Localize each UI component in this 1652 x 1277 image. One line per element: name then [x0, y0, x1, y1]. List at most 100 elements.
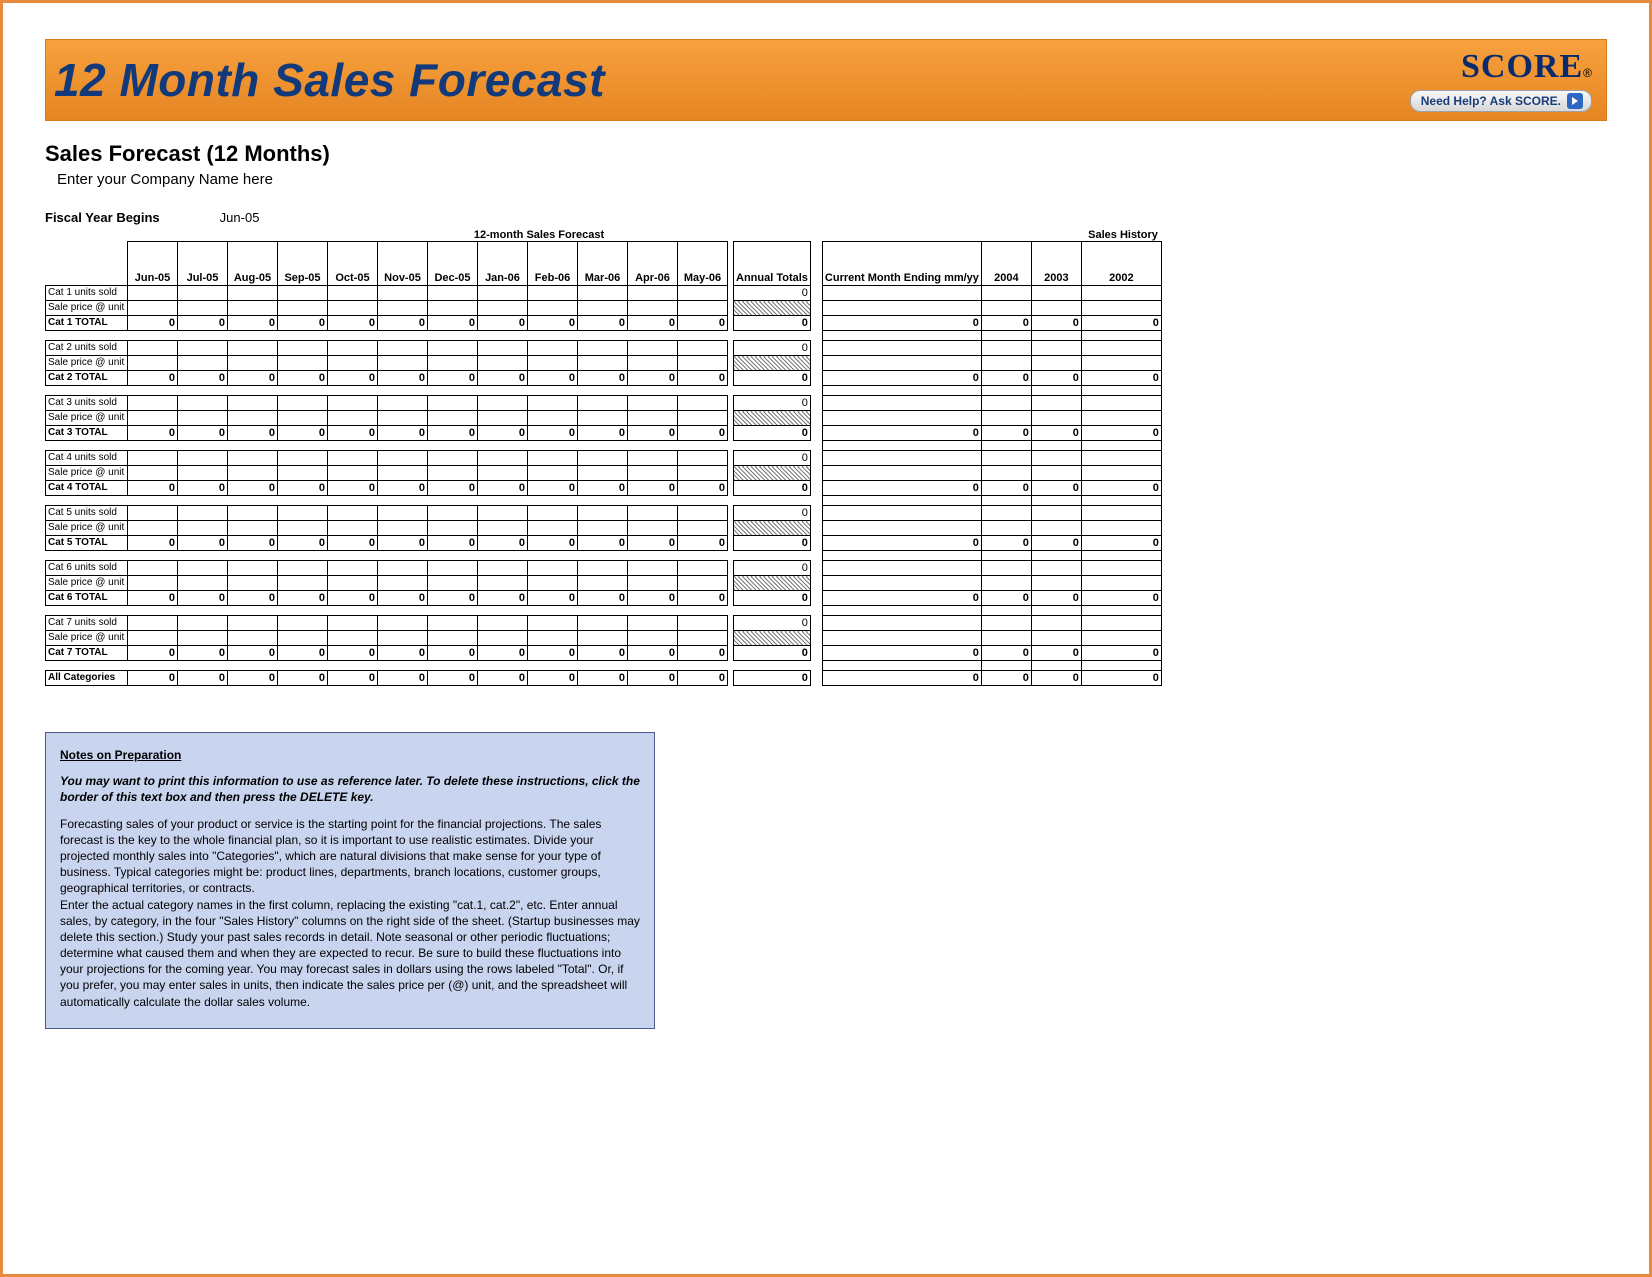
cell[interactable]	[428, 606, 478, 616]
cell[interactable]	[1031, 396, 1081, 411]
cell[interactable]	[128, 606, 178, 616]
cell[interactable]: 0	[822, 371, 981, 386]
cell[interactable]	[822, 466, 981, 481]
cell[interactable]	[578, 606, 628, 616]
cell[interactable]: 0	[734, 536, 811, 551]
cell[interactable]	[1081, 331, 1161, 341]
cell[interactable]	[378, 506, 428, 521]
cell[interactable]	[628, 561, 678, 576]
cell[interactable]	[628, 521, 678, 536]
cell[interactable]	[1031, 506, 1081, 521]
cell[interactable]	[578, 616, 628, 631]
cell[interactable]: 0	[528, 371, 578, 386]
cell[interactable]	[328, 606, 378, 616]
cell[interactable]: 0	[1031, 591, 1081, 606]
cell[interactable]	[378, 411, 428, 426]
cell[interactable]	[278, 616, 328, 631]
cell[interactable]	[328, 661, 378, 671]
cell[interactable]	[628, 551, 678, 561]
cell[interactable]	[228, 561, 278, 576]
cell[interactable]	[478, 286, 528, 301]
cell[interactable]	[478, 616, 528, 631]
cell[interactable]	[378, 441, 428, 451]
cell[interactable]	[228, 551, 278, 561]
cell[interactable]	[328, 466, 378, 481]
cell[interactable]: 0	[734, 616, 811, 631]
cell[interactable]: 0	[822, 481, 981, 496]
cell[interactable]: 0	[428, 671, 478, 686]
cell[interactable]	[822, 561, 981, 576]
cell[interactable]	[981, 451, 1031, 466]
cell[interactable]: 0	[678, 536, 728, 551]
cell[interactable]	[228, 466, 278, 481]
cell[interactable]	[328, 521, 378, 536]
cell[interactable]	[578, 576, 628, 591]
cell[interactable]	[628, 331, 678, 341]
cell[interactable]	[981, 496, 1031, 506]
cell[interactable]: 0	[822, 536, 981, 551]
cell[interactable]: 0	[478, 591, 528, 606]
cell[interactable]	[1031, 411, 1081, 426]
cell[interactable]	[128, 356, 178, 371]
cell[interactable]	[528, 411, 578, 426]
cell[interactable]	[628, 496, 678, 506]
cell[interactable]	[378, 521, 428, 536]
cell[interactable]	[822, 616, 981, 631]
cell[interactable]	[478, 356, 528, 371]
cell[interactable]: 0	[822, 316, 981, 331]
cell[interactable]	[128, 551, 178, 561]
cell[interactable]	[228, 496, 278, 506]
cell[interactable]	[228, 631, 278, 646]
cell[interactable]: 0	[981, 426, 1031, 441]
cell[interactable]	[822, 496, 981, 506]
cell[interactable]	[981, 396, 1031, 411]
cell[interactable]	[1031, 301, 1081, 316]
cell[interactable]	[128, 441, 178, 451]
cell[interactable]	[981, 631, 1031, 646]
cell[interactable]: 0	[628, 591, 678, 606]
cell[interactable]: 0	[328, 536, 378, 551]
cell[interactable]: 0	[578, 426, 628, 441]
cell[interactable]	[1081, 386, 1161, 396]
cell[interactable]	[1031, 521, 1081, 536]
cell[interactable]: 0	[628, 536, 678, 551]
cell[interactable]	[1031, 496, 1081, 506]
cell[interactable]: 0	[1081, 426, 1161, 441]
cell[interactable]	[378, 286, 428, 301]
cell[interactable]	[128, 386, 178, 396]
cell[interactable]	[578, 386, 628, 396]
cell[interactable]	[428, 521, 478, 536]
cell[interactable]	[278, 661, 328, 671]
cell[interactable]: 0	[278, 671, 328, 686]
cell[interactable]	[678, 451, 728, 466]
cell[interactable]	[278, 551, 328, 561]
cell[interactable]	[734, 466, 811, 481]
cell[interactable]	[822, 506, 981, 521]
cell[interactable]: 0	[1031, 371, 1081, 386]
cell[interactable]	[478, 411, 528, 426]
cell[interactable]	[178, 506, 228, 521]
cell[interactable]: Cat 2 TOTAL	[46, 371, 128, 386]
cell[interactable]	[822, 341, 981, 356]
cell[interactable]: Sale price @ unit	[46, 631, 128, 646]
cell[interactable]	[328, 331, 378, 341]
cell[interactable]: 0	[128, 371, 178, 386]
cell[interactable]	[478, 521, 528, 536]
cell[interactable]: 0	[428, 591, 478, 606]
cell[interactable]	[1081, 286, 1161, 301]
cell[interactable]: 0	[378, 671, 428, 686]
cell[interactable]: Cat 5 units sold	[46, 506, 128, 521]
cell[interactable]	[1081, 356, 1161, 371]
cell[interactable]: 0	[378, 536, 428, 551]
cell[interactable]	[1081, 606, 1161, 616]
cell[interactable]: 0	[528, 536, 578, 551]
cell[interactable]	[1081, 466, 1161, 481]
cell[interactable]	[178, 631, 228, 646]
cell[interactable]	[278, 561, 328, 576]
cell[interactable]	[1081, 661, 1161, 671]
cell[interactable]	[278, 631, 328, 646]
cell[interactable]	[378, 616, 428, 631]
cell[interactable]	[528, 631, 578, 646]
cell[interactable]	[628, 661, 678, 671]
cell[interactable]	[678, 331, 728, 341]
